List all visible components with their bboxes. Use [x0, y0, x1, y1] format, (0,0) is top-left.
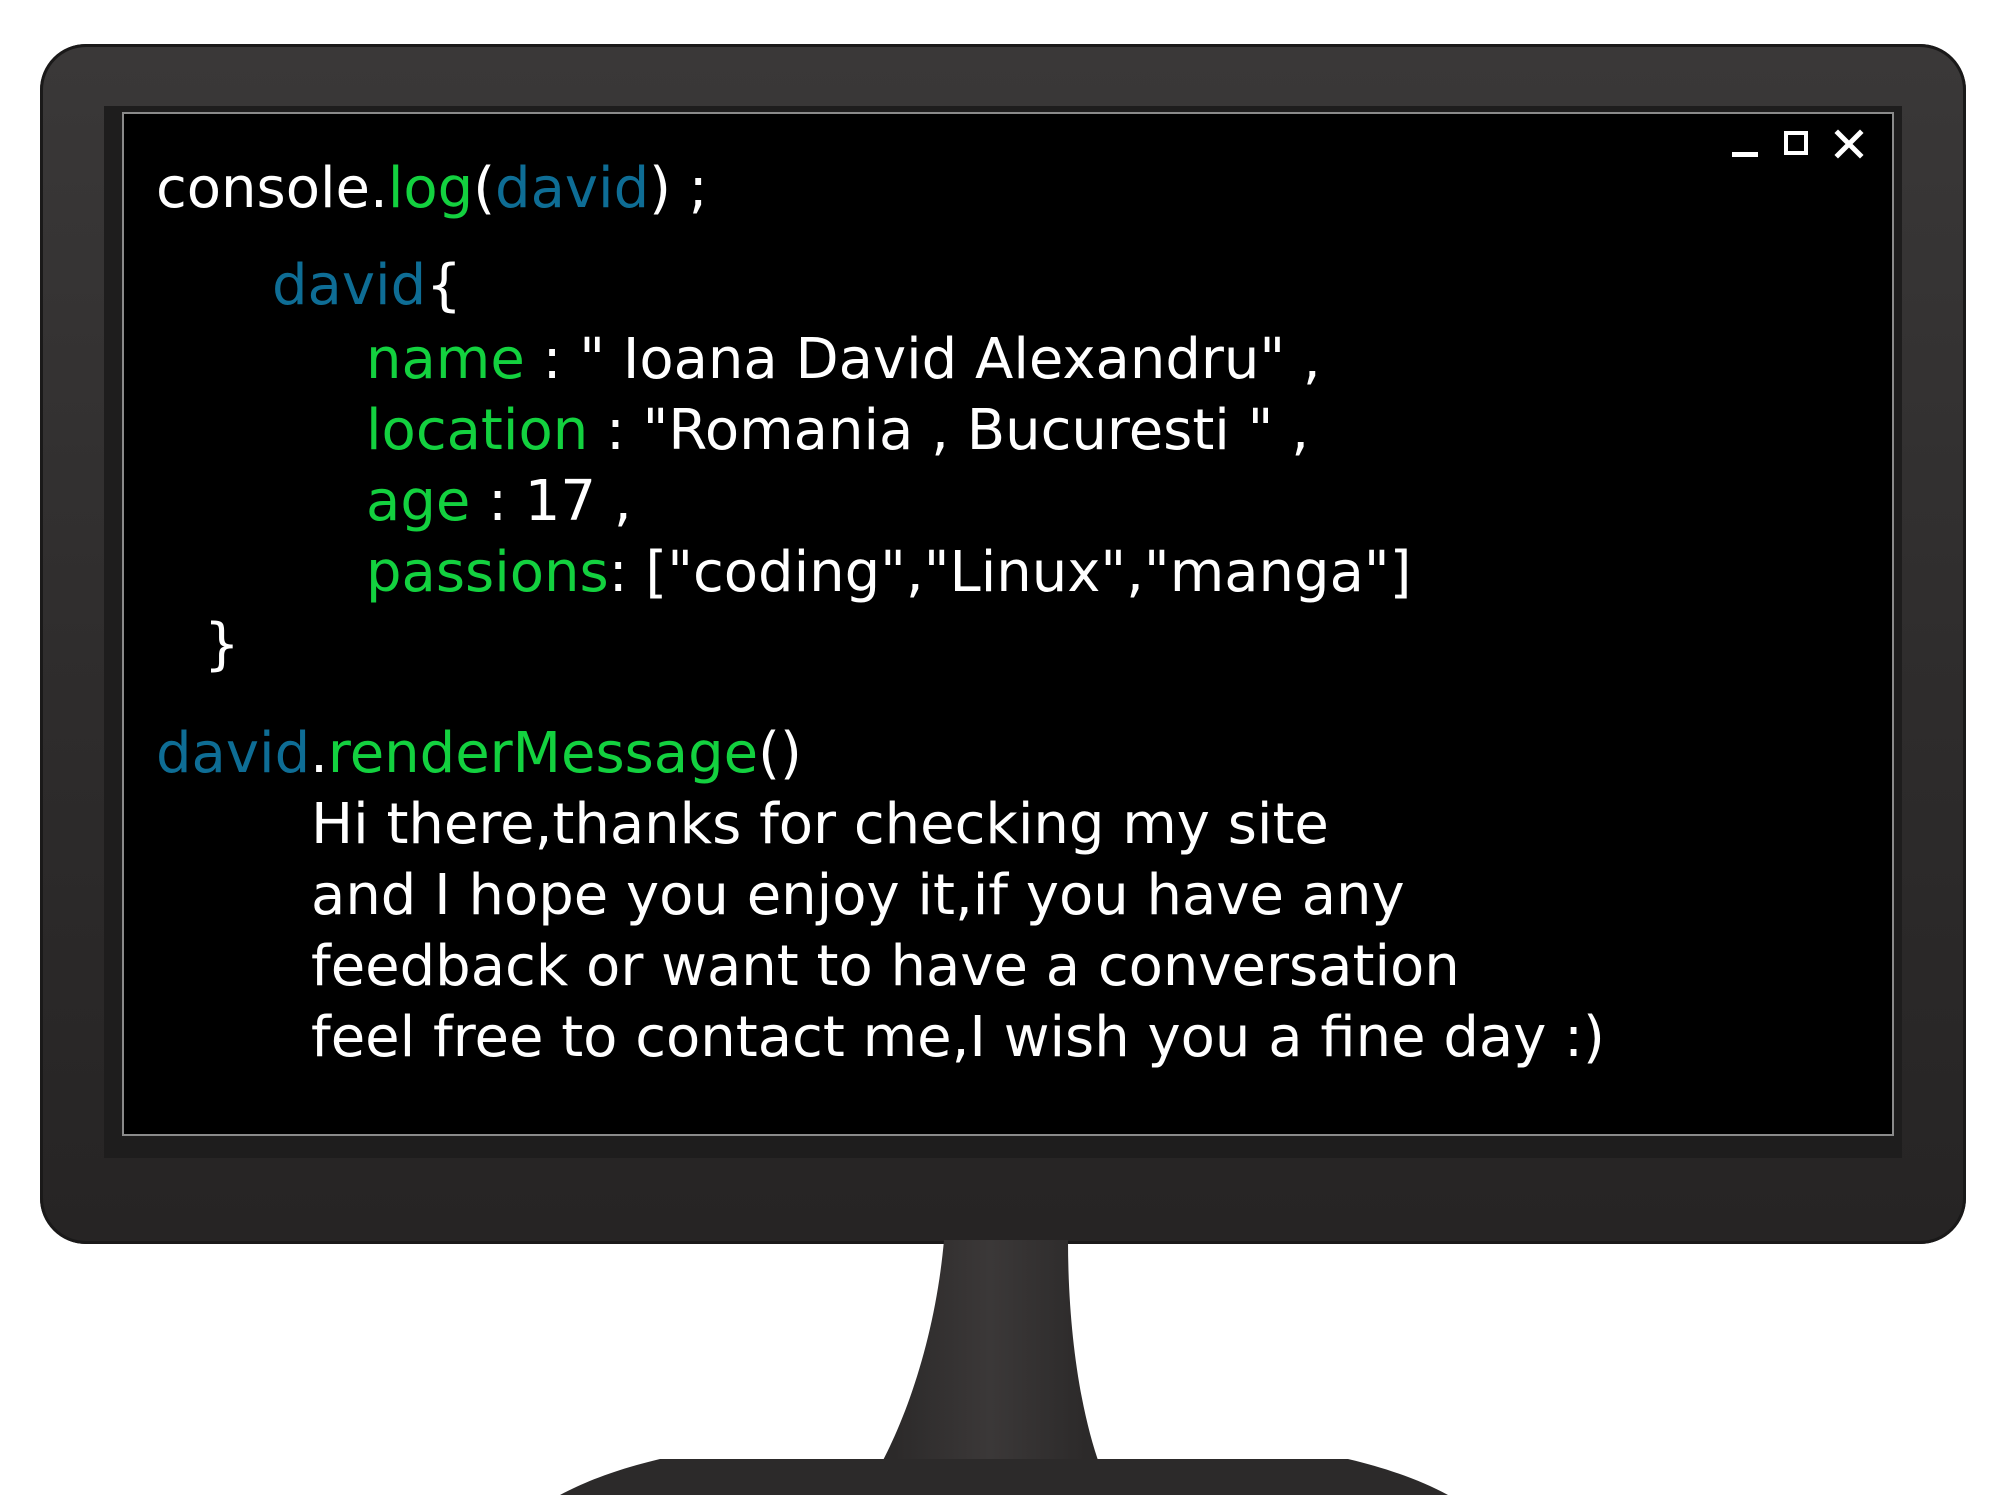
prop-value: " Ioana David Alexandru" , [579, 327, 1321, 392]
prop-value: ["coding","Linux","manga"] [645, 540, 1412, 605]
code-block: console.log(david) ; david{ name : " Ioa… [156, 114, 1872, 1134]
close-paren-semicolon: ) ; [649, 156, 708, 221]
prop-location-line: location : "Romania , Bucuresti " , [366, 396, 1309, 466]
screen: console.log(david) ; david{ name : " Ioa… [122, 112, 1894, 1136]
close-brace: } [204, 612, 240, 677]
prop-name-line: name : " Ioana David Alexandru" , [366, 325, 1321, 395]
prop-age-line: age : 17 , [366, 467, 632, 537]
prop-key: age [366, 469, 471, 534]
message-line: Hi there,thanks for checking my site [311, 792, 1329, 857]
console-log-line: console.log(david) ; [156, 154, 708, 224]
message-line: and I hope you enjoy it,if you have any [311, 863, 1405, 928]
message-line: feedback or want to have a conversation [311, 934, 1460, 999]
david-arg: david [495, 156, 650, 221]
log-method: log [387, 156, 474, 221]
prop-key: passions [366, 540, 609, 605]
monitor-stand-neck [880, 1240, 1100, 1466]
prop-key: location [366, 398, 589, 463]
david-object-ref: david [156, 721, 311, 786]
console-token: console [156, 156, 370, 221]
object-close-line: } [204, 610, 240, 680]
prop-key: name [366, 327, 525, 392]
prop-value: "Romania , Bucuresti " , [642, 398, 1310, 463]
call-parens: () [758, 721, 802, 786]
david-object-name: david [272, 253, 427, 318]
object-open-line: david{ [272, 251, 462, 321]
render-message-line: david.renderMessage() [156, 719, 802, 789]
monitor-stand-base [560, 1459, 1448, 1495]
open-paren: ( [473, 156, 496, 221]
monitor-frame: console.log(david) ; david{ name : " Ioa… [40, 44, 1966, 1244]
prop-separator: : [470, 469, 525, 534]
render-message-method: renderMessage [327, 721, 759, 786]
message-line: feel free to contact me,I wish you a fin… [311, 1005, 1605, 1070]
dot-token: . [310, 721, 328, 786]
prop-separator: : [588, 398, 643, 463]
dot-token: . [370, 156, 388, 221]
prop-passions-line: passions: ["coding","Linux","manga"] [366, 538, 1412, 608]
prop-value: 17 , [524, 469, 632, 534]
prop-separator: : [608, 540, 646, 605]
prop-separator: : [524, 327, 580, 392]
open-brace: { [426, 253, 462, 318]
